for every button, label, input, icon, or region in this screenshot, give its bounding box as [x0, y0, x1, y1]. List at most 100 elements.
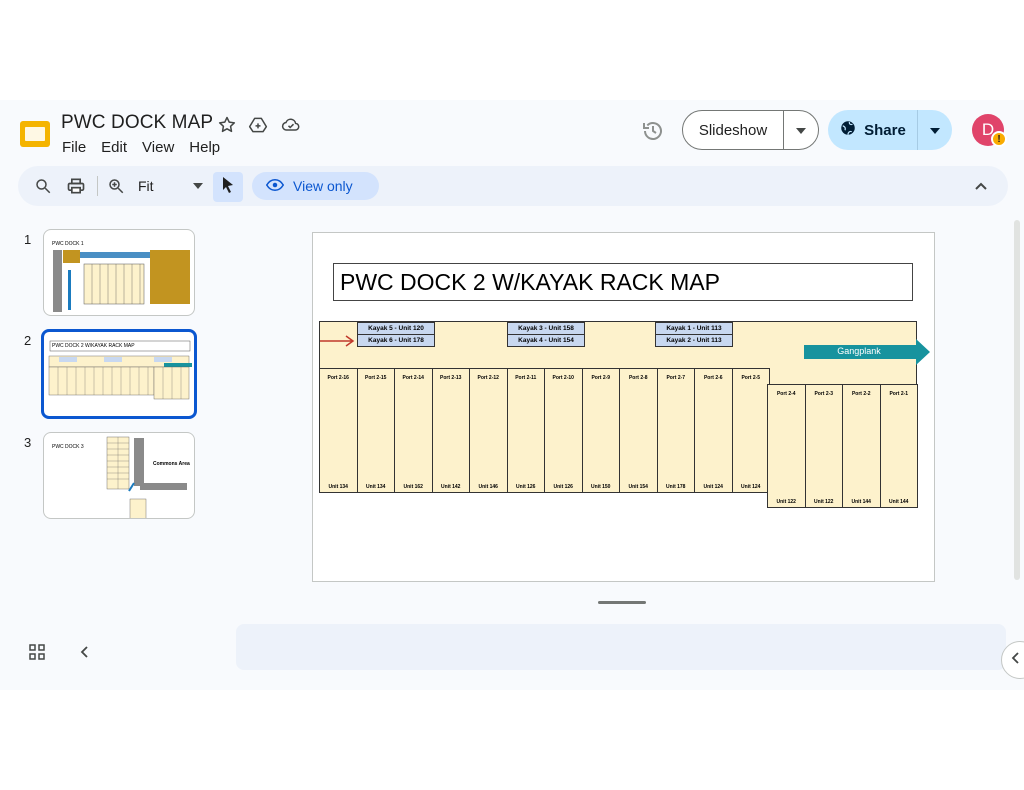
vertical-scrollbar[interactable]	[1014, 220, 1020, 580]
menu-edit[interactable]: Edit	[101, 139, 127, 156]
slides-logo-icon[interactable]	[19, 118, 51, 150]
slide-thumbnail-1[interactable]: PWC DOCK 1	[43, 229, 195, 316]
slip-unit-label: Unit 178	[666, 484, 686, 490]
dock-slip: Port 2-5 Unit 124	[731, 368, 770, 493]
globe-icon	[839, 119, 857, 141]
slip-port-label: Port 2-7	[666, 375, 686, 381]
zoom-select[interactable]: Fit	[138, 178, 154, 194]
dock-slip: Port 2-4 Unit 122	[767, 384, 806, 508]
slip-unit-label: Unit 146	[478, 484, 498, 490]
kayak-rack-label: Kayak 6 - Unit 178	[357, 334, 435, 347]
slideshow-button-group: Slideshow	[682, 110, 819, 150]
version-history-icon[interactable]	[639, 117, 667, 145]
slip-port-label: Port 2-13	[440, 375, 462, 381]
toolbar	[18, 166, 1008, 206]
dock-slip: Port 2-2 Unit 144	[842, 384, 881, 508]
dock-slip: Port 2-16 Unit 134	[319, 368, 358, 493]
slip-port-label: Port 2-2	[851, 391, 871, 397]
thumbnail-1-preview	[53, 250, 190, 312]
slip-port-label: Port 2-14	[402, 375, 424, 381]
account-warning-badge: !	[991, 131, 1007, 147]
dock-slip: Port 2-9 Unit 150	[581, 368, 620, 493]
search-icon[interactable]	[31, 174, 55, 198]
menu-file[interactable]: File	[62, 139, 86, 156]
slip-port-label: Port 2-5	[741, 375, 761, 381]
slip-port-label: Port 2-10	[552, 375, 574, 381]
dock-slip: Port 2-8 Unit 154	[619, 368, 658, 493]
gangplank-label: Gangplank	[837, 346, 881, 356]
slip-unit-label: Unit 150	[591, 484, 611, 490]
slip-unit-label: Unit 124	[703, 484, 723, 490]
slide-number: 2	[24, 333, 32, 348]
thumbnail-3-preview	[106, 436, 187, 518]
dock-slip: Port 2-3 Unit 122	[804, 384, 843, 508]
slip-port-label: Port 2-3	[814, 391, 834, 397]
cloud-saved-icon[interactable]	[280, 114, 302, 136]
share-label: Share	[864, 121, 906, 139]
slip-unit-label: Unit 126	[553, 484, 573, 490]
thumbnail-commons-label: Commons Area	[153, 461, 190, 467]
slip-unit-label: Unit 122	[814, 499, 834, 505]
slip-unit-label: Unit 154	[628, 484, 648, 490]
slip-unit-label: Unit 144	[889, 499, 909, 505]
dock-slip: Port 2-14 Unit 162	[394, 368, 433, 493]
slip-port-label: Port 2-15	[365, 375, 387, 381]
dock-slip: Port 2-15 Unit 134	[356, 368, 395, 493]
slip-unit-label: Unit 134	[328, 484, 348, 490]
slip-unit-label: Unit 162	[403, 484, 423, 490]
slip-unit-label: Unit 144	[851, 499, 871, 505]
dock-walkway-extension	[754, 368, 917, 385]
menu-view[interactable]: View	[142, 139, 174, 156]
slip-unit-label: Unit 124	[741, 484, 761, 490]
chevron-down-icon	[930, 121, 940, 139]
cursor-icon	[220, 176, 236, 199]
zoom-icon[interactable]	[104, 174, 128, 198]
toolbar-divider	[97, 176, 98, 196]
view-only-label: View only	[293, 178, 353, 194]
speaker-notes-panel[interactable]	[236, 624, 1006, 670]
grid-view-icon[interactable]	[27, 642, 47, 662]
panel-resize-handle[interactable]	[598, 601, 646, 604]
dock-slip: Port 2-11 Unit 126	[506, 368, 545, 493]
slip-unit-label: Unit 122	[776, 499, 796, 505]
slide-title[interactable]: PWC DOCK 2 W/KAYAK RACK MAP	[333, 263, 913, 301]
slideshow-button[interactable]: Slideshow	[683, 111, 784, 149]
entry-arrow-icon	[320, 335, 355, 347]
slip-port-label: Port 2-11	[515, 375, 537, 381]
chevron-left-icon	[1011, 651, 1019, 669]
chevron-down-icon	[796, 121, 806, 139]
share-options-button[interactable]	[918, 110, 952, 150]
slip-port-label: Port 2-6	[703, 375, 723, 381]
menu-help[interactable]: Help	[189, 139, 220, 156]
slip-unit-label: Unit 134	[366, 484, 386, 490]
slide-thumbnail-2[interactable]: PWC DOCK 2 W/KAYAK RACK MAP	[41, 329, 197, 419]
share-button-group: Share	[828, 110, 952, 150]
document-title[interactable]: PWC DOCK MAP	[61, 112, 213, 134]
slideshow-options-button[interactable]	[784, 111, 818, 149]
print-icon[interactable]	[64, 174, 88, 198]
view-only-chip[interactable]: View only	[252, 172, 379, 200]
slip-port-label: Port 2-12	[477, 375, 499, 381]
slide-number: 1	[24, 232, 32, 247]
dock-slip: Port 2-7 Unit 178	[656, 368, 695, 493]
menu-bar: File Edit View Help	[62, 139, 235, 156]
slide-number: 3	[24, 435, 32, 450]
dock-slip: Port 2-13 Unit 142	[431, 368, 470, 493]
slip-port-label: Port 2-16	[327, 375, 349, 381]
slip-port-label: Port 2-4	[776, 391, 796, 397]
dock-slip: Port 2-10 Unit 126	[544, 368, 583, 493]
dock-slip: Port 2-6 Unit 124	[694, 368, 733, 493]
share-button[interactable]: Share	[828, 110, 918, 150]
collapse-toolbar-icon[interactable]	[969, 174, 993, 198]
move-to-drive-icon[interactable]	[247, 114, 269, 136]
star-icon[interactable]	[216, 114, 238, 136]
slip-unit-label: Unit 142	[441, 484, 461, 490]
select-tool-button[interactable]	[213, 172, 243, 202]
slip-unit-label: Unit 126	[516, 484, 536, 490]
thumbnail-title: PWC DOCK 2 W/KAYAK RACK MAP	[52, 343, 135, 349]
slip-port-label: Port 2-8	[628, 375, 648, 381]
chevron-down-icon[interactable]	[186, 174, 210, 198]
kayak-rack-label: Kayak 4 - Unit 154	[507, 334, 585, 347]
slide-thumbnail-3[interactable]: PWC DOCK 3 Commons Area	[43, 432, 195, 519]
collapse-filmstrip-icon[interactable]	[74, 642, 94, 662]
